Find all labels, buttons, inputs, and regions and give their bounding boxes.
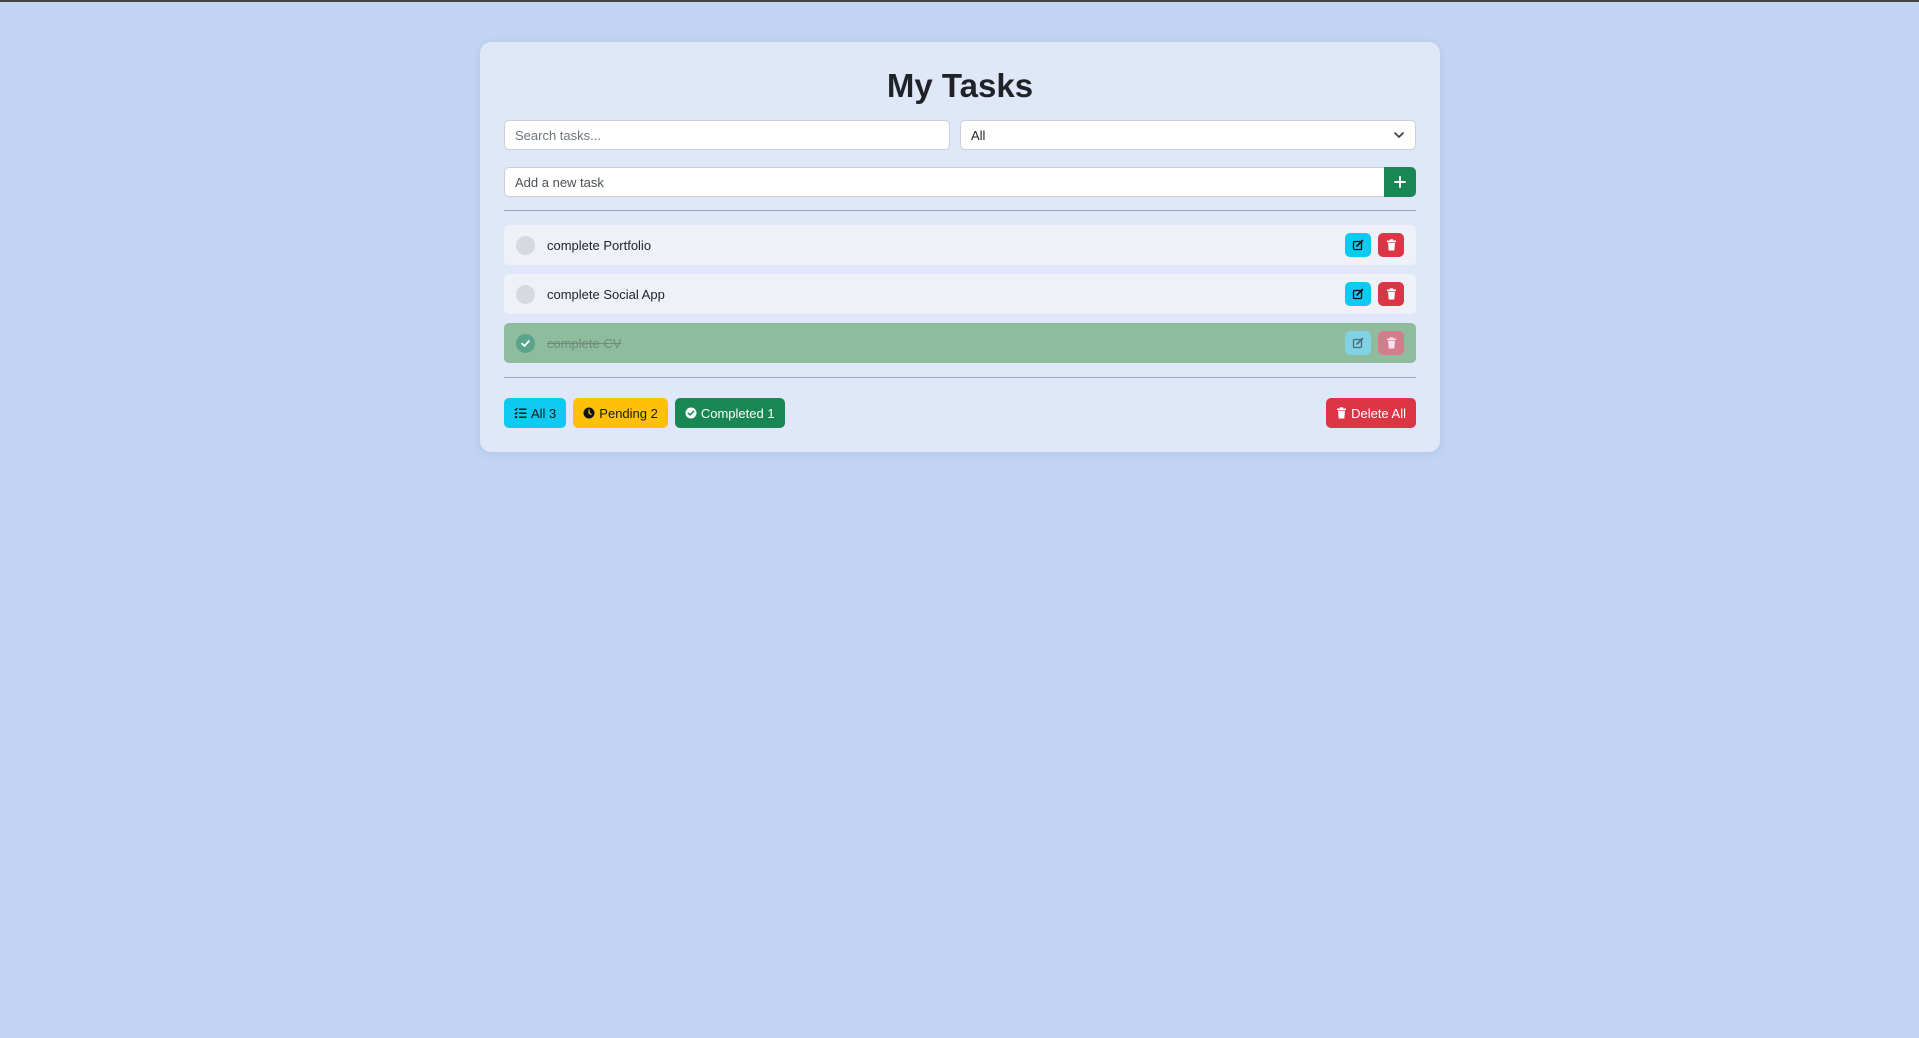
filter-select[interactable]: All [960,120,1416,150]
trash-icon [1386,288,1396,300]
task-text: complete Social App [547,286,665,302]
delete-task-button[interactable] [1378,331,1404,355]
edit-task-button[interactable] [1345,233,1371,257]
edit-icon [1352,239,1364,251]
search-filter-row: All [504,120,1416,152]
todo-card: My Tasks All complete Portfolio [480,42,1440,452]
check-circle-icon [685,407,697,419]
divider-top [504,210,1416,211]
trash-icon [1386,337,1396,349]
show-pending-label: Pending 2 [599,405,658,421]
show-all-button[interactable]: All 3 [504,398,567,428]
edit-icon [1352,288,1364,300]
trash-icon [1386,239,1396,251]
checkmark-icon [521,339,530,347]
task-item-completed: complete CV [504,323,1416,363]
edit-task-button[interactable] [1345,331,1371,355]
search-input[interactable] [504,120,950,150]
delete-task-button[interactable] [1378,282,1404,306]
show-completed-label: Completed 1 [700,405,775,421]
window-top-border [0,0,1919,2]
delete-task-button[interactable] [1378,233,1404,257]
chevron-down-icon [1394,132,1404,138]
task-item: complete Portfolio [504,225,1416,265]
clock-icon [583,407,595,419]
show-all-label: All 3 [531,405,557,421]
filter-footer: All 3 Pending 2 Completed 1 Delete All [504,398,1416,428]
add-task-input[interactable] [504,167,1384,197]
task-text: complete Portfolio [547,237,652,253]
trash-icon [1337,407,1347,419]
list-check-icon [514,407,527,419]
edit-task-button[interactable] [1345,282,1371,306]
add-task-row [504,167,1416,197]
plus-icon [1394,176,1406,188]
add-task-button[interactable] [1384,167,1416,197]
page-title: My Tasks [886,67,1034,104]
delete-all-button[interactable]: Delete All [1326,398,1416,428]
task-text: complete CV [547,335,622,351]
task-checkbox-checked[interactable] [516,333,535,353]
task-item: complete Social App [504,274,1416,314]
task-checkbox[interactable] [516,284,535,304]
edit-icon [1352,337,1364,349]
show-pending-button[interactable]: Pending 2 [573,398,668,428]
divider-bottom [504,377,1416,378]
filter-selected-value: All [971,127,986,143]
task-list: complete Portfolio complete Social App c… [504,225,1416,372]
delete-all-label: Delete All [1351,405,1406,421]
task-checkbox[interactable] [516,235,535,255]
show-completed-button[interactable]: Completed 1 [674,398,785,428]
